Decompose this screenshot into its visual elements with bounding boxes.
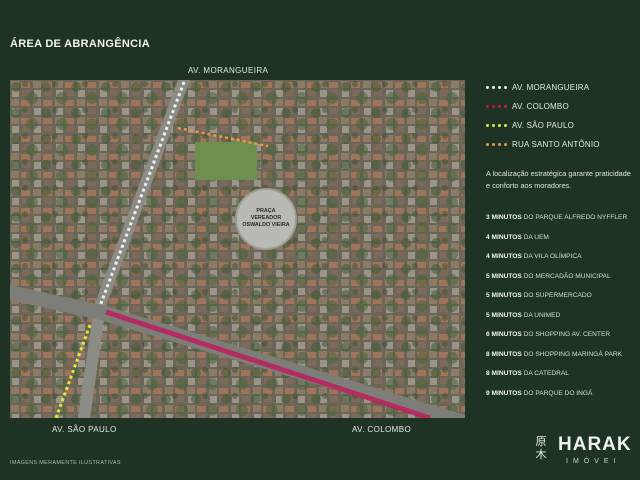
distance-place: DA UNIMED	[523, 311, 561, 319]
legend-item: AV. MORANGUEIRA	[486, 78, 636, 97]
legend-item: RUA SANTO ANTÔNIO	[486, 135, 636, 154]
distance-time: 5 MINUTOS	[486, 272, 522, 280]
distance-place: DO PARQUE DO INGÁ	[523, 389, 593, 397]
page-title: ÁREA DE ABRANGÊNCIA	[10, 38, 150, 50]
distance-time: 6 MINUTOS	[486, 331, 522, 338]
legend-label: RUA SANTO ANTÔNIO	[512, 140, 600, 149]
distance-time: 8 MINUTOS	[486, 350, 522, 358]
footnote: IMAGENS MERAMENTE ILUSTRATIVAS	[10, 460, 121, 466]
legend-item: AV. COLOMBO	[486, 97, 636, 116]
distance-time: 4 MINUTOS	[486, 253, 522, 260]
distance-place: DO SHOPPING MARINGÁ PARK	[523, 350, 623, 358]
distance-item: 5 MINUTOS DO SUPERMERCADO	[486, 290, 636, 310]
brand-logo: 原木 HARAK IMÓVEI	[534, 433, 640, 473]
distance-item: 9 MINUTOS DO PARQUE DO INGÁ	[486, 388, 636, 408]
distance-item: 6 MINUTOS DO SHOPPING AV. CENTER	[486, 329, 636, 349]
brand-name: HARAK	[558, 434, 632, 455]
plaza-label: PRAÇA VEREADOR OSWALDO VIEIRA	[242, 208, 290, 228]
distance-item: 4 MINUTOS DA VILA OLÍMPICA	[486, 251, 636, 271]
distance-place: DO SUPERMERCADO	[523, 292, 592, 299]
brand-glyph: 原木	[535, 435, 547, 461]
aerial-map[interactable]: PRAÇA VEREADOR OSWALDO VIEIRA	[10, 80, 465, 418]
distance-place: DA CATEDRAL	[523, 370, 569, 377]
road-label-sao-paulo: AV. SÃO PAULO	[52, 425, 117, 434]
legend: AV. MORANGUEIRA AV. COLOMBO AV. SÃO PAUL…	[486, 78, 636, 154]
distance-list: 3 MINUTOS DO PARQUE ALFREDO NYFFLER 4 MI…	[486, 212, 636, 407]
distance-place: DO MERCADÃO MUNICIPAL	[523, 272, 611, 280]
green-plot	[195, 142, 257, 180]
distance-item: 4 MINUTOS DA UEM	[486, 232, 636, 252]
distance-item: 3 MINUTOS DO PARQUE ALFREDO NYFFLER	[486, 212, 636, 232]
legend-label: AV. MORANGUEIRA	[512, 83, 590, 92]
distance-time: 5 MINUTOS	[486, 311, 522, 319]
road-label-morangueira: AV. MORANGUEIRA	[188, 66, 269, 75]
legend-swatch-morangueira	[486, 86, 512, 89]
distance-time: 3 MINUTOS	[486, 214, 522, 221]
distance-item: 8 MINUTOS DA CATEDRAL	[486, 368, 636, 388]
distance-place: DA VILA OLÍMPICA	[523, 253, 582, 260]
distance-place: DO PARQUE ALFREDO NYFFLER	[523, 214, 628, 221]
distance-item: 5 MINUTOS DO MERCADÃO MUNICIPAL	[486, 271, 636, 291]
distance-place: DO SHOPPING AV. CENTER	[523, 331, 611, 338]
legend-label: AV. COLOMBO	[512, 102, 569, 111]
distance-time: 4 MINUTOS	[486, 233, 522, 241]
distance-item: 5 MINUTOS DA UNIMED	[486, 310, 636, 330]
brand-subtitle: IMÓVEI	[566, 458, 621, 465]
distance-place: DA UEM	[523, 233, 549, 241]
intro-text: A localização estratégica garante pratic…	[486, 169, 631, 190]
legend-swatch-colombo	[486, 105, 512, 108]
distance-time: 8 MINUTOS	[486, 370, 522, 377]
legend-swatch-sao-paulo	[486, 124, 512, 127]
distance-time: 5 MINUTOS	[486, 292, 522, 299]
legend-item: AV. SÃO PAULO	[486, 116, 636, 135]
distance-item: 8 MINUTOS DO SHOPPING MARINGÁ PARK	[486, 349, 636, 369]
legend-swatch-santo-antonio	[486, 143, 512, 146]
distance-time: 9 MINUTOS	[486, 389, 522, 397]
road-label-colombo: AV. COLOMBO	[352, 425, 412, 434]
map-canvas	[10, 80, 465, 418]
legend-label: AV. SÃO PAULO	[512, 121, 575, 130]
